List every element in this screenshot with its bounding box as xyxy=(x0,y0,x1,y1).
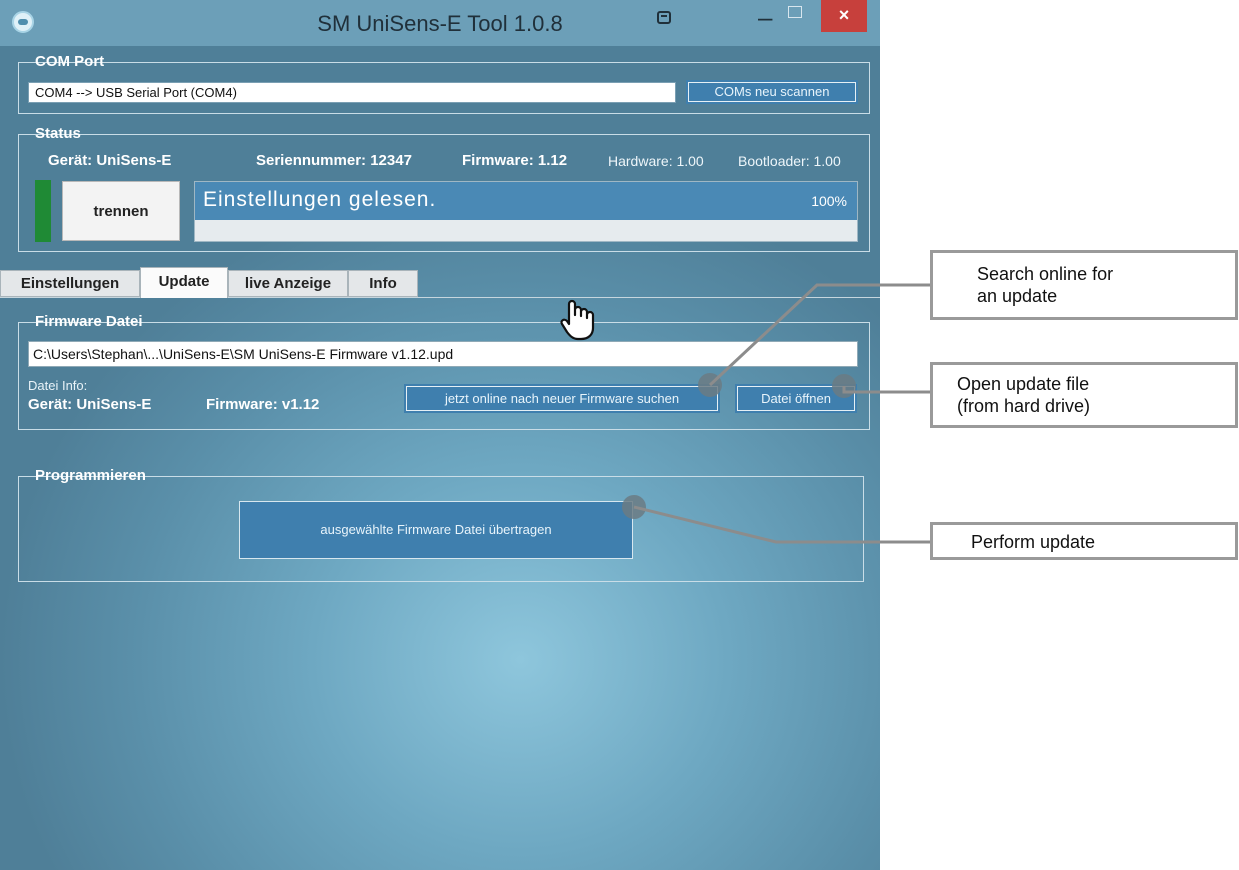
perform-callout-dot xyxy=(622,495,646,519)
scan-coms-button[interactable]: COMs neu scannen xyxy=(686,80,858,104)
disconnect-button[interactable]: trennen xyxy=(62,181,180,241)
callout-open: Open update file (from hard drive) xyxy=(930,362,1238,428)
callout-open-line-1: Open update file xyxy=(957,374,1090,394)
app-window: SM UniSens-E Tool 1.0.8 – × COM Port COM… xyxy=(0,0,880,870)
callout-perform-line-1: Perform update xyxy=(971,532,1096,552)
close-button[interactable]: × xyxy=(821,0,867,32)
com-port-group-title: COM Port xyxy=(35,53,105,70)
firmware-file-group-title: Firmware Datei xyxy=(35,313,143,330)
hand-pointer-icon xyxy=(556,298,596,342)
window-title: SM UniSens-E Tool 1.0.8 xyxy=(317,11,563,36)
progress-bar: Einstellungen gelesen. 100% xyxy=(194,181,858,242)
callout-open-line-2: (from hard drive) xyxy=(957,396,1091,416)
firmware-file-group: Firmware Datei xyxy=(18,313,870,430)
tab-update[interactable]: Update xyxy=(140,267,228,298)
status-group-title: Status xyxy=(35,125,81,142)
firmware-path-field[interactable]: C:\Users\Stephan\...\UniSens-E\SM UniSen… xyxy=(28,341,858,367)
maximize-button[interactable] xyxy=(788,6,802,18)
hardware-version: Hardware: 1.00 xyxy=(608,153,704,169)
file-info-device: Gerät: UniSens-E xyxy=(28,396,152,413)
callout-search: Search online for an update xyxy=(930,250,1238,320)
search-callout-dot xyxy=(698,373,722,397)
bootloader-version: Bootloader: 1.00 xyxy=(738,153,841,169)
tab-live-anzeige[interactable]: live Anzeige xyxy=(228,270,348,297)
serial-number: Seriennummer: 12347 xyxy=(256,152,412,169)
device-name: Gerät: UniSens-E xyxy=(48,152,172,169)
app-icon xyxy=(12,11,34,33)
tab-divider xyxy=(0,297,880,298)
callout-perform: Perform update xyxy=(930,522,1238,560)
file-info-firmware: Firmware: v1.12 xyxy=(206,396,320,413)
connection-indicator xyxy=(35,180,51,242)
firmware-version: Firmware: 1.12 xyxy=(462,152,568,169)
open-callout-dot xyxy=(832,374,856,398)
transfer-firmware-button[interactable]: ausgewählte Firmware Datei übertragen xyxy=(239,501,633,559)
title-bar[interactable]: SM UniSens-E Tool 1.0.8 – × xyxy=(0,0,880,46)
search-online-button[interactable]: jetzt online nach neuer Firmware suchen xyxy=(404,384,720,413)
tab-einstellungen[interactable]: Einstellungen xyxy=(0,270,140,297)
file-info-label: Datei Info: xyxy=(28,378,88,393)
tab-info[interactable]: Info xyxy=(348,270,418,297)
programming-group-title: Programmieren xyxy=(35,467,146,484)
callout-search-line-2: an update xyxy=(977,286,1058,306)
progress-status-text: Einstellungen gelesen. xyxy=(203,188,437,211)
snap-icon[interactable] xyxy=(656,10,674,26)
progress-percent: 100% xyxy=(811,193,847,209)
minimize-button[interactable]: – xyxy=(758,2,772,33)
com-port-select[interactable]: COM4 --> USB Serial Port (COM4) xyxy=(28,82,676,103)
callout-search-line-1: Search online for xyxy=(977,264,1114,284)
